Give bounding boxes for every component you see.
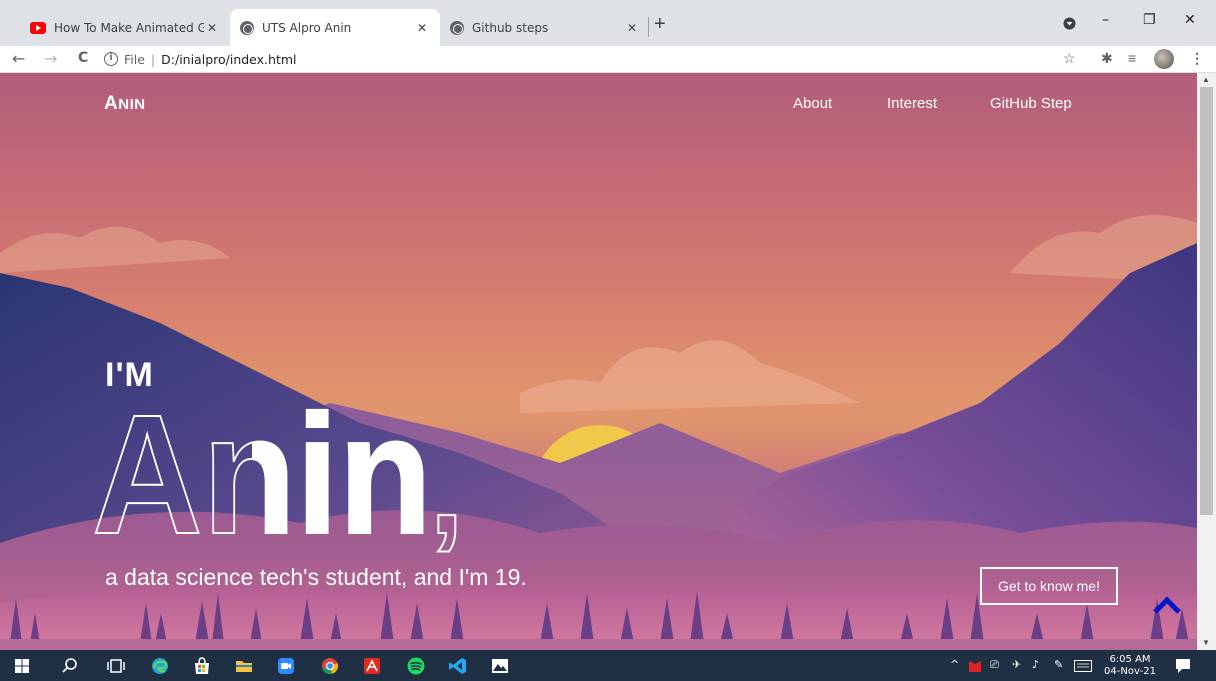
site-info-icon[interactable]: i: [104, 52, 118, 66]
hero-name-graphic: Anin Anin ,: [92, 379, 464, 553]
page-viewport: ANIN About Interest GitHub Step I'M Anin…: [0, 73, 1197, 650]
scroll-up-icon[interactable]: ▲: [1202, 75, 1210, 84]
clock-date: 04-Nov-21: [1104, 666, 1156, 677]
forward-button[interactable]: →: [44, 49, 57, 68]
site-logo[interactable]: ANIN: [104, 93, 146, 115]
tab-close-icon[interactable]: ✕: [204, 21, 220, 35]
address-divider: |: [150, 51, 156, 67]
file-explorer-icon[interactable]: [234, 656, 254, 676]
airplane-mode-tray-icon[interactable]: ✈: [1012, 659, 1021, 671]
screen: How To Make Animated Gradient ✕ UTS Alpr…: [0, 0, 1216, 681]
chrome-icon[interactable]: [320, 656, 340, 676]
search-icon[interactable]: [60, 656, 80, 676]
address-bar[interactable]: i File | D:/inialpro/index.html: [104, 47, 1054, 71]
youtube-icon: [30, 21, 46, 34]
tab-separator: [648, 17, 649, 37]
bookmark-star-icon[interactable]: ☆: [1063, 50, 1076, 67]
address-scheme: File: [124, 51, 145, 67]
tray-expand-icon[interactable]: ^: [950, 659, 959, 671]
tab-github-steps[interactable]: Github steps ✕: [440, 9, 650, 46]
minimize-button[interactable]: –: [1102, 12, 1109, 28]
volume-tray-icon[interactable]: ♪: [1032, 659, 1039, 671]
vscode-icon[interactable]: [448, 656, 468, 676]
network-tray-icon[interactable]: ⎚: [990, 659, 999, 671]
pen-tray-icon[interactable]: ✎: [1054, 659, 1063, 671]
nav-link-github-step[interactable]: GitHub Step: [990, 95, 1072, 112]
taskbar-clock[interactable]: 6:05 AM 04-Nov-21: [1100, 654, 1160, 678]
edge-icon[interactable]: [150, 656, 170, 676]
logo-initial: A: [104, 93, 119, 114]
notifications-icon[interactable]: [1174, 657, 1192, 675]
tab-close-icon[interactable]: ✕: [624, 21, 640, 35]
store-icon[interactable]: [192, 656, 212, 676]
back-button[interactable]: ←: [12, 49, 25, 68]
globe-icon: [240, 20, 254, 35]
tab-title: Github steps: [472, 20, 549, 35]
tab-title: How To Make Animated Gradient: [54, 20, 204, 35]
new-tab-button[interactable]: +: [654, 13, 666, 36]
back-to-top-chevron-icon[interactable]: [1153, 595, 1181, 615]
address-path: D:/inialpro/index.html: [161, 51, 297, 67]
nav-link-about[interactable]: About: [793, 95, 832, 112]
clock-time: 6:05 AM: [1109, 654, 1151, 665]
spotify-icon[interactable]: [406, 656, 426, 676]
scroll-down-icon[interactable]: ▼: [1202, 638, 1210, 647]
keyboard-tray-icon[interactable]: [1074, 660, 1092, 672]
hero-comma: ,: [430, 425, 463, 553]
reading-list-icon[interactable]: ≡: [1128, 50, 1136, 66]
windows-taskbar: ^ ⎚ ✈ ♪ ✎ 6:05 AM 04-Nov-21: [0, 650, 1216, 681]
acrobat-icon[interactable]: [362, 656, 382, 676]
restore-button[interactable]: ❐: [1143, 12, 1156, 28]
tab-uts-alpro-anin[interactable]: UTS Alpro Anin ✕: [230, 9, 440, 46]
tab-title: UTS Alpro Anin: [262, 20, 352, 35]
extensions-icon[interactable]: ✱: [1101, 50, 1113, 67]
logo-rest: NIN: [118, 96, 146, 113]
profile-avatar[interactable]: [1154, 49, 1174, 69]
browser-tabstrip: How To Make Animated Gradient ✕ UTS Alpr…: [0, 0, 1216, 46]
browser-toolbar: ← → C i File | D:/inialpro/index.html ☆ …: [0, 46, 1216, 73]
windows-start-icon[interactable]: [12, 656, 32, 676]
get-to-know-me-button[interactable]: Get to know me!: [980, 567, 1118, 605]
tab-how-to-make-animated-gradient[interactable]: How To Make Animated Gradient ✕: [20, 9, 230, 46]
window-close-button[interactable]: ✕: [1184, 12, 1196, 28]
profile-dropdown-icon[interactable]: [1063, 17, 1076, 30]
reload-button[interactable]: C: [78, 50, 88, 66]
photos-icon[interactable]: [490, 656, 510, 676]
hero-subtitle: a data science tech's student, and I'm 1…: [105, 564, 527, 590]
zoom-icon[interactable]: [276, 656, 296, 676]
scroll-thumb[interactable]: [1200, 87, 1213, 515]
tab-close-icon[interactable]: ✕: [414, 21, 430, 35]
page-scrollbar[interactable]: ▲ ▼: [1197, 73, 1216, 650]
nav-link-interest[interactable]: Interest: [887, 95, 937, 112]
mcafee-tray-icon[interactable]: [968, 660, 982, 673]
globe-icon: [450, 20, 464, 35]
browser-menu-icon[interactable]: ⋮: [1190, 50, 1204, 67]
task-view-icon[interactable]: [106, 656, 126, 676]
